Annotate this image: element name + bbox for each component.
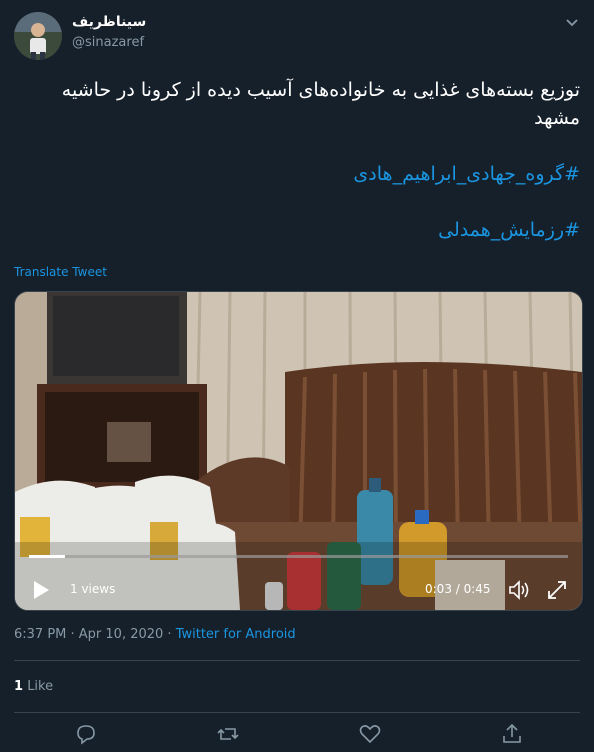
hashtag-link[interactable]: #رزمایش_همدلی: [14, 216, 580, 244]
tweet-text: توزیع بسته‌های غذایی به خانواده‌های آسیب…: [14, 76, 580, 244]
likes-label: Like: [27, 679, 54, 694]
user-handle[interactable]: @sinazaref: [72, 35, 144, 50]
tweet-source[interactable]: Twitter for Android: [176, 627, 296, 642]
fullscreen-icon[interactable]: [545, 578, 569, 602]
views-count: 1 views: [70, 582, 116, 596]
play-icon[interactable]: [29, 578, 53, 602]
divider: [14, 712, 580, 713]
video-player[interactable]: 1 views 0:03 / 0:45: [14, 291, 583, 611]
tweet-actions: [14, 722, 580, 750]
tweet-meta: 6:37 PM · Apr 10, 2020 · Twitter for And…: [14, 627, 296, 642]
tweet-timestamp[interactable]: 6:37 PM · Apr 10, 2020 ·: [14, 627, 176, 642]
likes-number: 1: [14, 679, 24, 694]
display-name[interactable]: سیناظریف: [72, 14, 146, 30]
volume-icon[interactable]: [507, 578, 531, 602]
video-frame: [15, 292, 582, 610]
progress-fill[interactable]: [29, 555, 65, 558]
tweet-body: توزیع بسته‌های غذایی به خانواده‌های آسیب…: [61, 79, 580, 129]
hashtag-link[interactable]: #گروه_جهادی_ابراهیم_هادی: [14, 160, 580, 188]
chevron-down-icon[interactable]: [564, 14, 580, 30]
video-time: 0:03 / 0:45: [425, 582, 491, 596]
retweet-icon[interactable]: [216, 722, 240, 746]
avatar[interactable]: [14, 12, 62, 60]
reply-icon[interactable]: [74, 722, 98, 746]
divider: [14, 660, 580, 661]
like-icon[interactable]: [358, 722, 382, 746]
likes-count[interactable]: 1 Like: [14, 679, 53, 694]
translate-tweet-link[interactable]: Translate Tweet: [14, 265, 107, 279]
share-icon[interactable]: [500, 722, 524, 746]
